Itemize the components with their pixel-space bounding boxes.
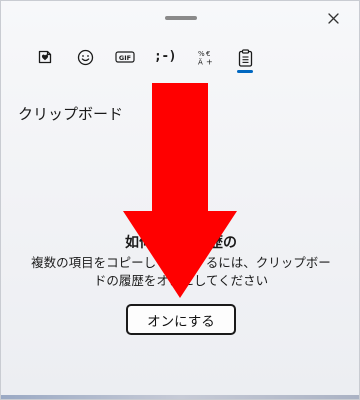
empty-state: 如何コピー履歴の 複数の項目をコピーして表示するには、クリップボードの履歴をオン… [1, 234, 359, 290]
svg-text:%: % [198, 50, 205, 58]
tab-symbols[interactable]: % € Ä + [185, 45, 225, 79]
symbols-icon: % € Ä + [197, 49, 214, 70]
drag-handle[interactable] [165, 16, 197, 20]
gif-label: GIF [119, 54, 131, 62]
desktop-background-strip [1, 395, 359, 399]
heart-sticker-icon [37, 49, 53, 69]
tab-emoji[interactable] [65, 45, 105, 79]
tab-kaomoji[interactable]: ;-) [145, 45, 185, 79]
clipboard-icon [238, 49, 253, 71]
tab-clipboard[interactable] [225, 45, 265, 79]
empty-state-title: 如何コピー履歴の [125, 235, 237, 251]
gif-icon: GIF [115, 49, 135, 69]
close-icon [327, 9, 339, 28]
tab-gif[interactable]: GIF [105, 45, 145, 79]
clipboard-panel: GIF ;-) % € Ä + クリップボード 如何コピー履歴の 複数の項目をコ… [0, 0, 360, 400]
section-title: クリップボード [18, 105, 124, 123]
svg-text:Ä: Ä [198, 58, 203, 67]
tab-stickers[interactable] [25, 45, 65, 79]
close-button[interactable] [319, 8, 347, 28]
smiley-icon [77, 49, 94, 70]
svg-text:+: + [206, 58, 213, 67]
kaomoji-icon: ;-) [154, 49, 176, 64]
empty-state-description: 複数の項目をコピーして表示するには、クリップボードの履歴をオンにしてください [31, 255, 331, 288]
tab-bar: GIF ;-) % € Ä + [25, 45, 265, 79]
turn-on-button[interactable]: オンにする [126, 304, 236, 335]
